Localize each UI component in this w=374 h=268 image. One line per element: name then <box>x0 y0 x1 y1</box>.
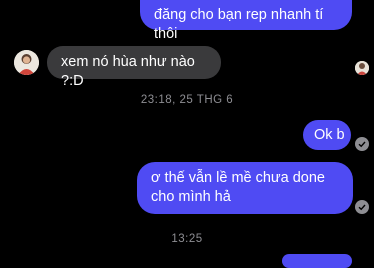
message-sent-2[interactable]: Ok b <box>303 120 351 150</box>
message-text: đăng cho bạn rep nhanh tí thôi <box>154 7 324 42</box>
timestamp: 23:18, 25 THG 6 <box>140 94 234 106</box>
message-text: ơ thế vẫn lề mề chưa done cho mình hả <box>151 170 325 205</box>
contact-avatar[interactable] <box>14 50 39 75</box>
check-circle-icon <box>355 200 369 214</box>
message-sent-3[interactable]: ơ thế vẫn lề mề chưa done cho mình hả <box>137 162 353 214</box>
timestamp: 13:25 <box>171 233 203 245</box>
message-text: xem nó hùa như nào ?:D <box>61 54 195 89</box>
message-received[interactable]: xem nó hùa như nào ?:D <box>47 46 221 89</box>
message-text: Ok b <box>314 127 345 143</box>
message-sent-1[interactable]: đăng cho bạn rep nhanh tí thôi <box>140 0 352 42</box>
check-circle-icon <box>355 137 369 151</box>
message-sent-partial[interactable] <box>282 254 352 268</box>
seen-avatar <box>355 61 369 75</box>
